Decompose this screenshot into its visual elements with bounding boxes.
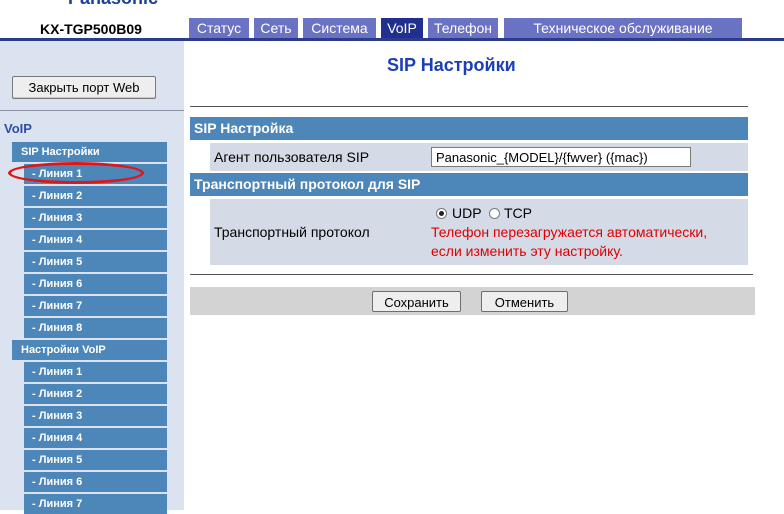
- tab-voip[interactable]: VoIP: [381, 18, 423, 39]
- model-name: KX-TGP500B09: [40, 21, 142, 37]
- transport-label: Транспортный протокол: [214, 224, 370, 240]
- section-sip-settings: SIP Настройка: [190, 117, 748, 140]
- sidebar-divider: [0, 110, 184, 111]
- user-agent-input[interactable]: [431, 147, 691, 167]
- sidebar-item-voip-line-3[interactable]: - Линия 3: [24, 406, 167, 426]
- top-divider: [190, 106, 748, 107]
- section-transport-protocol: Транспортный протокол для SIP: [190, 173, 748, 196]
- sidebar-group-sip-settings[interactable]: SIP Настройки: [12, 142, 167, 162]
- highlight-ellipse: [8, 162, 144, 184]
- tcp-label[interactable]: TCP: [504, 205, 532, 221]
- page-title: SIP Настройки: [387, 55, 516, 75]
- bottom-divider: [190, 274, 753, 275]
- sidebar-item-voip-line-5[interactable]: - Линия 5: [24, 450, 167, 470]
- tab-system[interactable]: Система: [303, 18, 376, 39]
- sidebar-item-voip-line-4[interactable]: - Линия 4: [24, 428, 167, 448]
- user-agent-label: Агент пользователя SIP: [214, 149, 370, 165]
- sidebar-item-sip-line-6[interactable]: - Линия 6: [24, 274, 167, 294]
- button-bar: [190, 287, 755, 315]
- sidebar-item-sip-line-5[interactable]: - Линия 5: [24, 252, 167, 272]
- reboot-warning-line2: если изменить эту настройку.: [431, 243, 623, 259]
- tab-status[interactable]: Статус: [189, 18, 249, 39]
- cancel-button[interactable]: Отменить: [481, 291, 568, 312]
- save-button[interactable]: Сохранить: [372, 291, 461, 312]
- reboot-warning-line1: Телефон перезагружается автоматически,: [431, 224, 708, 240]
- sidebar-item-voip-line-1[interactable]: - Линия 1: [24, 362, 167, 382]
- sidebar-item-voip-line-2[interactable]: - Линия 2: [24, 384, 167, 404]
- close-web-port-button[interactable]: Закрыть порт Web: [12, 76, 156, 99]
- udp-radio[interactable]: [436, 208, 447, 219]
- tab-network[interactable]: Сеть: [254, 18, 298, 39]
- sidebar-item-voip-line-7[interactable]: - Линия 7: [24, 494, 167, 514]
- sidebar-group-voip-settings[interactable]: Настройки VoIP: [12, 340, 167, 360]
- sidebar-item-sip-line-2[interactable]: - Линия 2: [24, 186, 167, 206]
- sidebar-item-sip-line-4[interactable]: - Линия 4: [24, 230, 167, 250]
- tcp-radio[interactable]: [489, 208, 500, 219]
- sidebar-item-sip-line-8[interactable]: - Линия 8: [24, 318, 167, 338]
- sidebar-section-voip[interactable]: VoIP: [4, 121, 32, 136]
- tab-maintenance[interactable]: Техническое обслуживание: [504, 18, 742, 39]
- tab-phone[interactable]: Телефон: [428, 18, 498, 39]
- brand-logo: Panasonic: [68, 0, 158, 9]
- sidebar-item-sip-line-7[interactable]: - Линия 7: [24, 296, 167, 316]
- sidebar-item-voip-line-6[interactable]: - Линия 6: [24, 472, 167, 492]
- udp-label[interactable]: UDP: [452, 205, 482, 221]
- sidebar-item-sip-line-3[interactable]: - Линия 3: [24, 208, 167, 228]
